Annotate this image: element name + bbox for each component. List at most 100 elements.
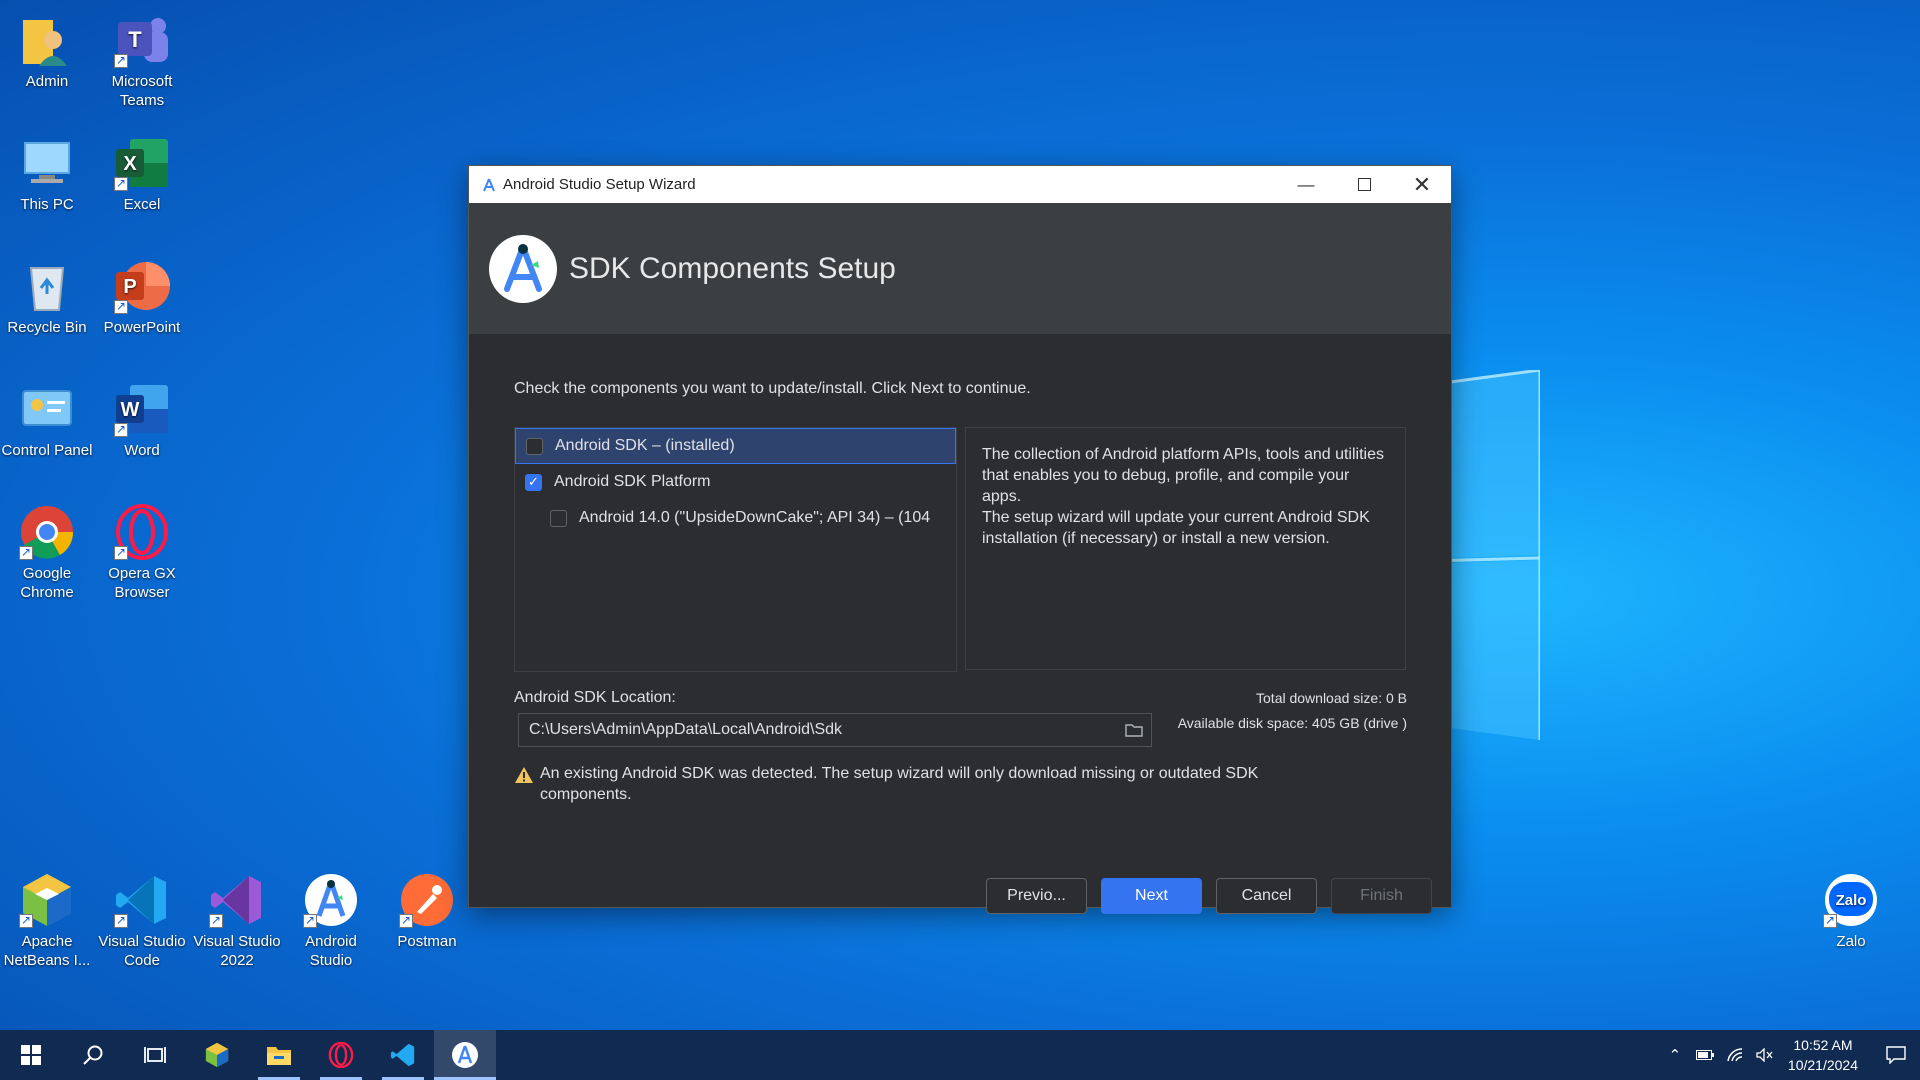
finish-button[interactable]: Finish xyxy=(1331,878,1432,914)
close-icon: ✕ xyxy=(1412,171,1432,197)
desktop-icon-label: Recycle Bin xyxy=(7,319,87,336)
desktop-icon-chrome[interactable]: Google Chrome xyxy=(1,504,93,602)
checkbox[interactable] xyxy=(526,437,543,455)
show-hidden-icons-chevron-up-icon[interactable]: ⌃ xyxy=(1660,1046,1690,1064)
checkmark-icon: ✓ xyxy=(528,474,539,489)
desktop-icon-this-pc[interactable]: This PC xyxy=(1,135,93,214)
desktop-icon-label: Admin xyxy=(25,73,69,90)
desktop-icon-zalo[interactable]: Zalo Zalo xyxy=(1805,872,1897,951)
total-download-size: Total download size: 0 B xyxy=(1256,690,1407,706)
taskbar-netbeans[interactable] xyxy=(186,1030,248,1080)
android-studio-icon xyxy=(483,178,495,191)
folder-browse-icon[interactable] xyxy=(1125,722,1143,738)
sdk-location-input[interactable]: C:\Users\Admin\AppData\Local\Android\Sdk xyxy=(518,713,1152,747)
desktop-icon-opera-gx[interactable]: Opera GX Browser xyxy=(96,504,188,602)
warning-icon xyxy=(515,767,533,783)
visual-studio-icon xyxy=(209,872,265,930)
start-button[interactable] xyxy=(0,1030,62,1080)
netbeans-icon xyxy=(19,872,75,930)
warning-message: An existing Android SDK was detected. Th… xyxy=(514,763,1334,805)
component-row-android-14[interactable]: Android 14.0 ("UpsideDownCake"; API 34) … xyxy=(515,500,956,536)
svg-text:P: P xyxy=(123,276,136,298)
search-button[interactable] xyxy=(62,1030,124,1080)
component-label: Android SDK – (installed) xyxy=(555,437,735,454)
android-studio-icon xyxy=(303,872,359,930)
svg-text:T: T xyxy=(128,27,142,52)
netbeans-icon xyxy=(205,1042,229,1068)
checkbox[interactable] xyxy=(550,509,567,527)
desktop-icon-label: Zalo xyxy=(1836,933,1866,950)
desktop-icon-visual-studio[interactable]: Visual Studio 2022 xyxy=(191,872,283,970)
window-title: Android Studio Setup Wizard xyxy=(503,176,696,193)
task-view-icon xyxy=(144,1047,166,1063)
cancel-button[interactable]: Cancel xyxy=(1216,878,1317,914)
component-row-sdk-platform[interactable]: ✓ Android SDK Platform xyxy=(515,464,956,500)
available-disk-space: Available disk space: 405 GB (drive ) xyxy=(1177,715,1407,731)
taskbar-opera-gx[interactable] xyxy=(310,1030,372,1080)
desktop-icon-label: Visual Studio Code xyxy=(98,933,186,969)
maximize-button[interactable] xyxy=(1335,166,1393,203)
setup-wizard-dialog: Android Studio Setup Wizard — ✕ SDK Comp… xyxy=(469,166,1451,914)
taskbar: ⌃ 10:52 AM 10/21/2024 xyxy=(0,1030,1920,1080)
volume-muted-icon[interactable] xyxy=(1750,1048,1780,1062)
sdk-location-value: C:\Users\Admin\AppData\Local\Android\Sdk xyxy=(529,721,843,738)
page-title: SDK Components Setup xyxy=(569,251,896,285)
taskbar-vscode[interactable] xyxy=(372,1030,434,1080)
clock[interactable]: 10:52 AM 10/21/2024 xyxy=(1788,1035,1858,1075)
desktop-icon-label: Word xyxy=(124,442,160,459)
teams-icon: T xyxy=(114,12,170,70)
network-icon[interactable] xyxy=(1720,1047,1750,1063)
description-text: The setup wizard will update your curren… xyxy=(982,509,1370,547)
desktop-icon-vscode[interactable]: Visual Studio Code xyxy=(96,872,188,970)
windows-start-icon xyxy=(21,1045,41,1065)
desktop-icon-label: Excel xyxy=(123,196,161,213)
task-view-button[interactable] xyxy=(124,1030,186,1080)
component-label: Android SDK Platform xyxy=(554,473,711,490)
desktop-icon-label: This PC xyxy=(20,196,74,213)
desktop-icon-label: Apache NetBeans I... xyxy=(3,933,91,969)
size-info: Total download size: 0 B Available disk … xyxy=(1178,686,1407,736)
opera-gx-icon xyxy=(114,504,170,562)
desktop-icon-label: Opera GX Browser xyxy=(108,565,176,601)
desktop-icon-recycle-bin[interactable]: Recycle Bin xyxy=(1,258,93,337)
instruction-text: Check the components you want to update/… xyxy=(514,380,1031,397)
desktop-icon-excel[interactable]: X Excel xyxy=(96,135,188,214)
desktop-icon-teams[interactable]: T Microsoft Teams xyxy=(96,12,188,110)
android-studio-icon xyxy=(452,1042,478,1068)
user-folder-icon xyxy=(19,12,75,68)
zalo-icon: Zalo xyxy=(1823,872,1879,930)
title-bar: Android Studio Setup Wizard — ✕ xyxy=(469,166,1451,203)
notification-center-icon[interactable] xyxy=(1872,1046,1920,1064)
component-label: Android 14.0 ("UpsideDownCake"; API 34) … xyxy=(579,509,931,526)
recycle-bin-icon xyxy=(19,258,75,314)
warning-text: An existing Android SDK was detected. Th… xyxy=(540,765,1259,803)
opera-gx-icon xyxy=(328,1042,354,1068)
battery-icon[interactable] xyxy=(1690,1050,1720,1060)
system-tray: ⌃ 10:52 AM 10/21/2024 xyxy=(1660,1030,1920,1080)
desktop-icon-label: PowerPoint xyxy=(103,319,181,336)
desktop-icon-label: Microsoft Teams xyxy=(111,73,173,109)
desktop-icon-control-panel[interactable]: Control Panel xyxy=(1,381,93,460)
taskbar-android-studio[interactable] xyxy=(434,1030,496,1080)
component-row-android-sdk[interactable]: Android SDK – (installed) xyxy=(515,428,956,464)
desktop-icon-admin[interactable]: Admin xyxy=(1,12,93,91)
desktop-icon-label: Postman xyxy=(397,933,457,950)
desktop-icon-label: Android Studio xyxy=(305,933,357,969)
previous-button[interactable]: Previo... xyxy=(986,878,1087,914)
desktop-icon-android-studio[interactable]: Android Studio xyxy=(285,872,377,970)
minimize-icon: — xyxy=(1297,174,1315,194)
desktop-icon-word[interactable]: W Word xyxy=(96,381,188,460)
taskbar-file-explorer[interactable] xyxy=(248,1030,310,1080)
desktop-icon-powerpoint[interactable]: P PowerPoint xyxy=(96,258,188,337)
next-button[interactable]: Next xyxy=(1101,878,1202,914)
minimize-button[interactable]: — xyxy=(1277,166,1335,203)
checkbox-checked[interactable]: ✓ xyxy=(525,473,542,491)
components-tree: Android SDK – (installed) ✓ Android SDK … xyxy=(514,427,957,672)
maximize-icon xyxy=(1357,178,1371,191)
desktop-icon-label: Control Panel xyxy=(1,442,93,459)
desktop-icon-netbeans[interactable]: Apache NetBeans I... xyxy=(1,872,93,970)
wizard-header: SDK Components Setup xyxy=(469,203,1451,334)
close-button[interactable]: ✕ xyxy=(1393,166,1451,203)
desktop-icon-postman[interactable]: Postman xyxy=(381,872,473,951)
search-icon xyxy=(83,1045,103,1065)
